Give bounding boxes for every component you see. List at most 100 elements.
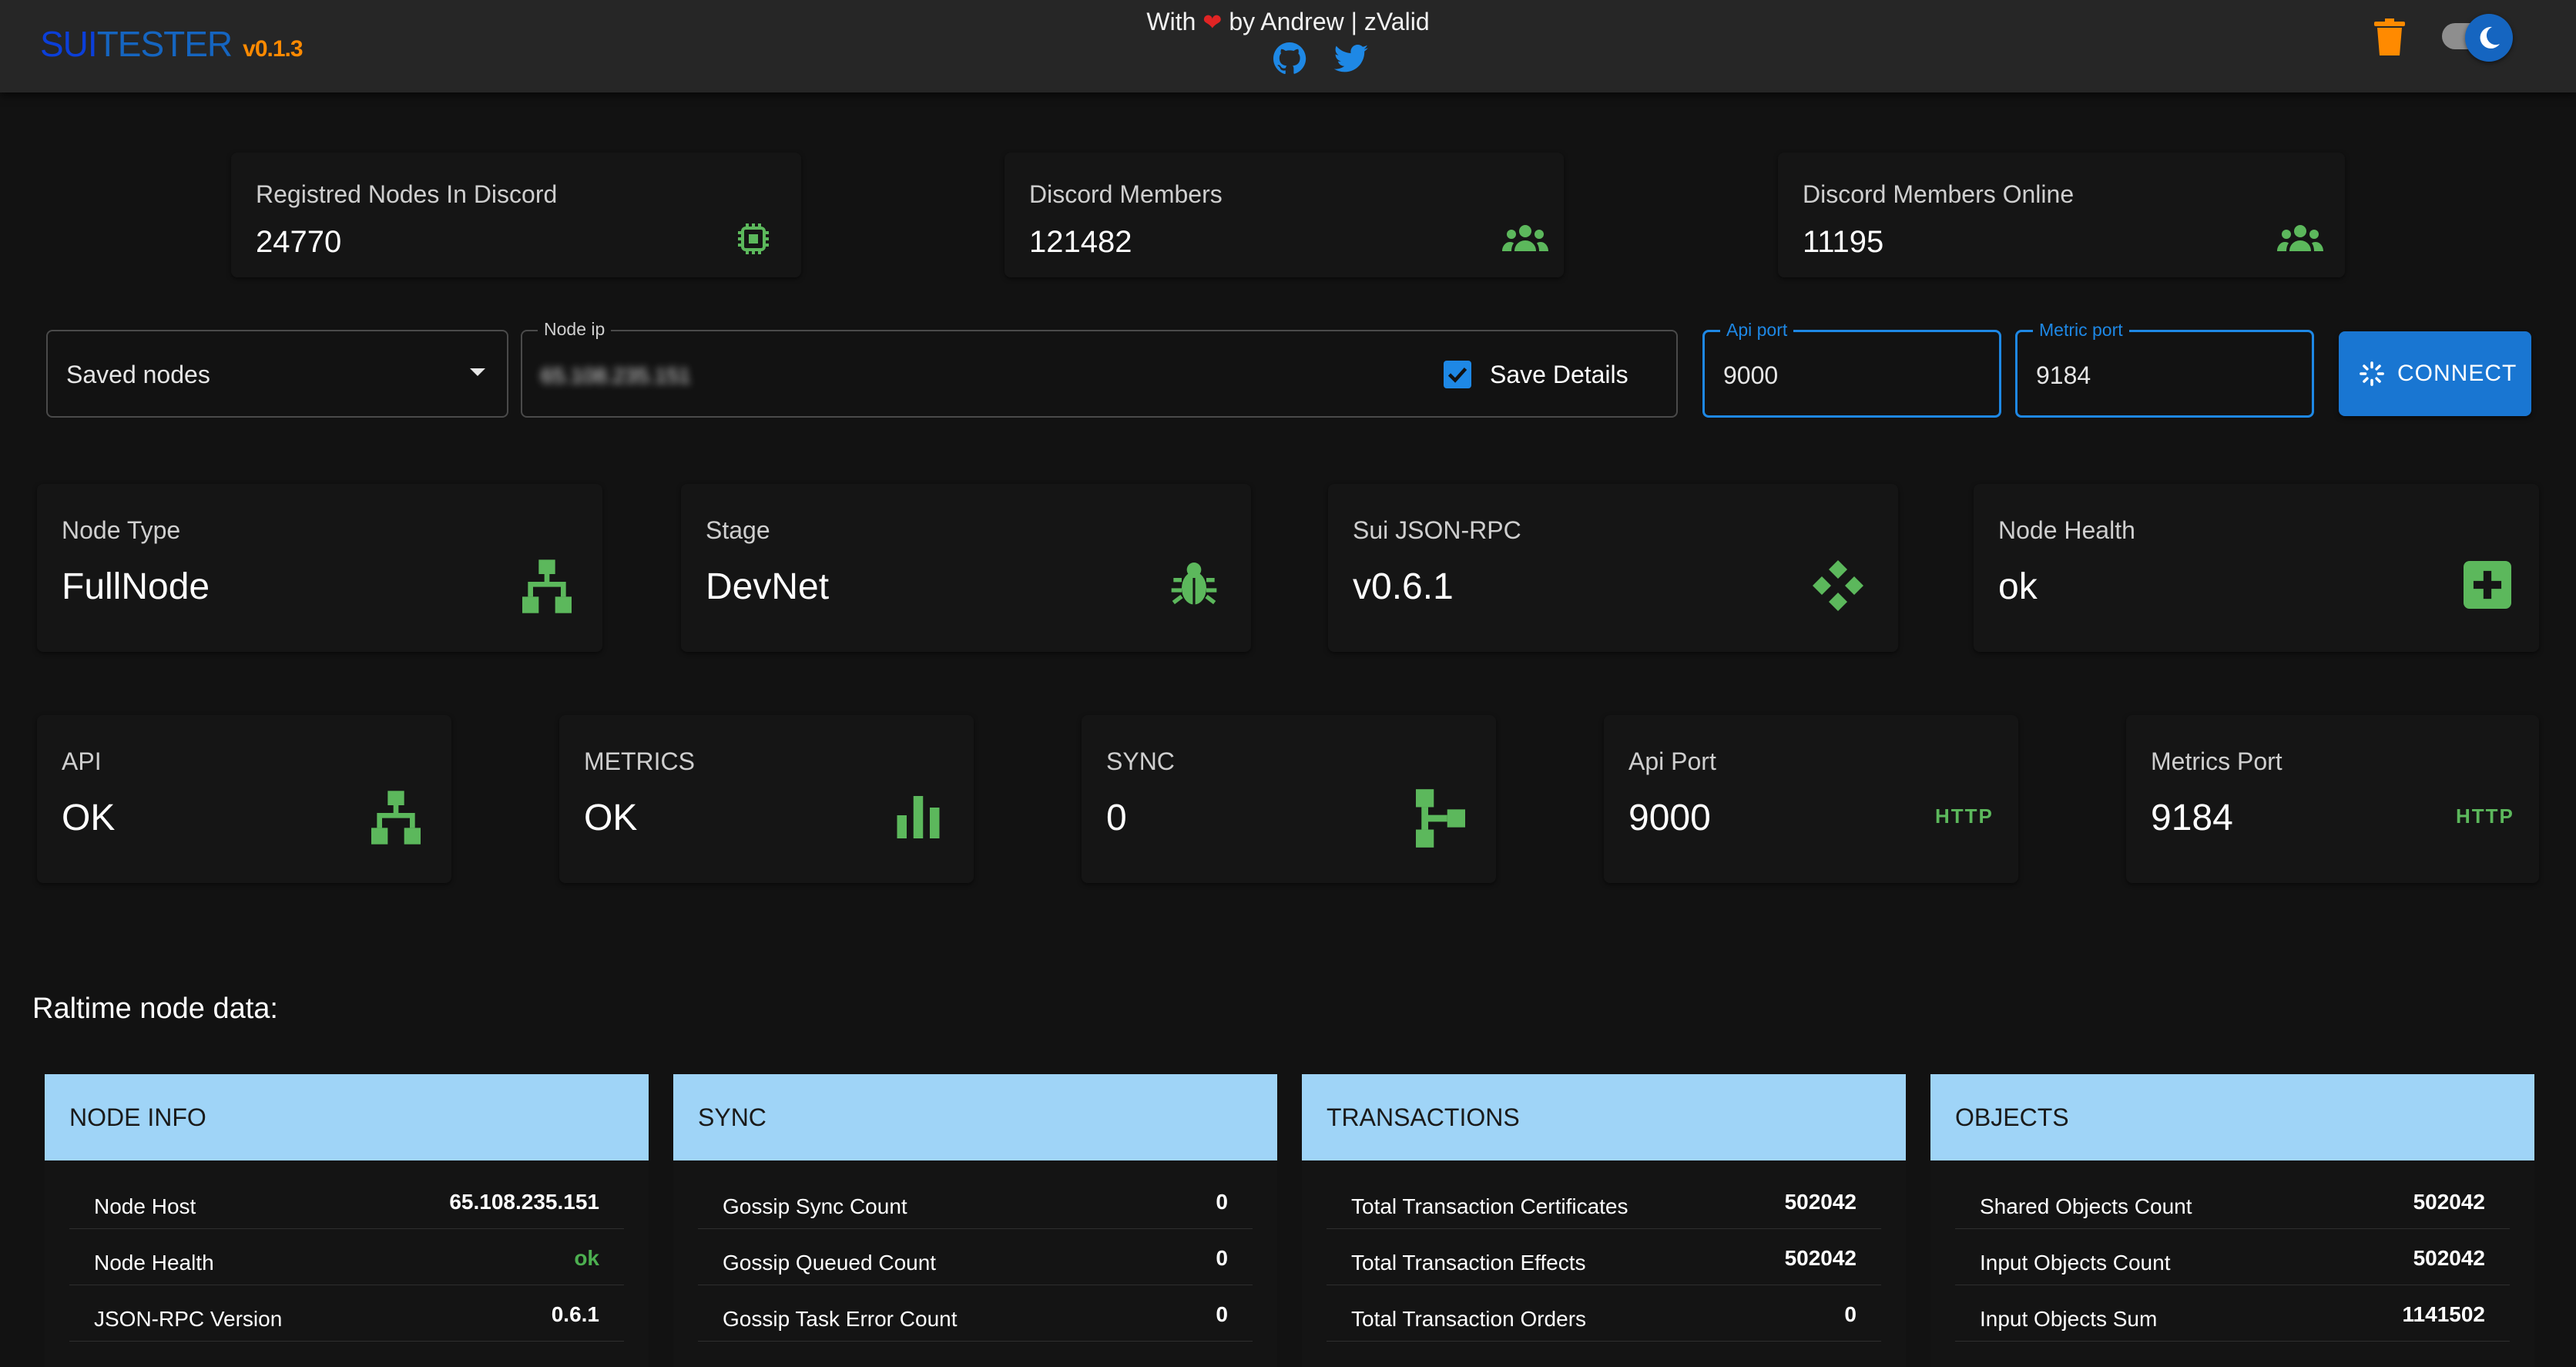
row-key: JSON-RPC Version	[94, 1307, 283, 1331]
card-label: Node Type	[62, 516, 181, 544]
plus-square-icon	[2464, 561, 2511, 609]
http-icon: HTTP	[2456, 804, 2514, 828]
row-key: Input Objects Count	[1980, 1251, 2171, 1275]
sitemap-icon	[522, 559, 572, 613]
table-row: Total Transaction Effects 502042	[1327, 1229, 1881, 1285]
api-port-card: Api Port 9000 HTTP	[1604, 715, 2018, 883]
row-key: Input Objects Sum	[1980, 1307, 2158, 1331]
node-ip-value[interactable]: 65.108.235.151	[541, 364, 691, 388]
github-icon[interactable]	[1271, 40, 1308, 77]
card-value: ok	[1998, 566, 2038, 607]
row-value: 65.108.235.151	[449, 1190, 599, 1214]
panel-header: SYNC	[673, 1074, 1277, 1160]
objects-panel: OBJECTS Shared Objects Count 502042 Input…	[1930, 1074, 2534, 1367]
card-value: DevNet	[706, 566, 830, 607]
heart-icon: ❤	[1202, 10, 1223, 35]
metrics-status-card: METRICS OK	[559, 715, 974, 883]
card-value: 0	[1106, 798, 1127, 838]
panel-header: OBJECTS	[1930, 1074, 2534, 1160]
card-label: Node Health	[1998, 516, 2135, 544]
transactions-panel: TRANSACTIONS Total Transaction Certifica…	[1302, 1074, 1906, 1367]
api-port-label: Api port	[1720, 320, 1794, 341]
metric-port-field[interactable]: Metric port 9184	[2015, 320, 2314, 418]
diamond-arrows-icon	[1810, 558, 1863, 611]
card-value: 9000	[1628, 798, 1711, 838]
row-key: Gossip Sync Count	[723, 1194, 907, 1218]
row-key: Gossip Queued Count	[723, 1251, 937, 1275]
saved-nodes-value: Saved nodes	[66, 361, 210, 388]
card-value: OK	[62, 798, 116, 838]
row-value: 502042	[1784, 1190, 1857, 1214]
sync-tree-icon	[1416, 789, 1465, 848]
stage-card: Stage DevNet	[681, 484, 1251, 652]
row-value: 0	[1844, 1302, 1857, 1326]
card-label: Sui JSON-RPC	[1353, 516, 1521, 544]
row-value: 0	[1216, 1190, 1228, 1214]
card-value: 9184	[2151, 798, 2233, 838]
panel-header: NODE INFO	[45, 1074, 649, 1160]
saved-nodes-select[interactable]: Saved nodes	[46, 330, 508, 418]
health-ok-value: ok	[574, 1246, 599, 1270]
node-health-card: Node Health ok	[1974, 484, 2539, 652]
table-row: Shared Objects Count 502042	[1955, 1173, 2510, 1229]
table-row: Gossip Queued Count 0	[698, 1229, 1253, 1285]
loading-icon	[2359, 361, 2385, 387]
api-port-field[interactable]: Api port 9000	[1702, 320, 2001, 418]
social-links	[1271, 40, 1370, 77]
row-key: Node Health	[94, 1251, 214, 1275]
sync-status-card: SYNC 0	[1082, 715, 1496, 883]
node-ip-label: Node ip	[538, 319, 612, 340]
app-version: v0.1.3	[243, 36, 303, 62]
users-icon	[2277, 223, 2323, 267]
table-row: Total Transaction Certificates 502042	[1327, 1173, 1881, 1229]
card-label: Api Port	[1628, 747, 1716, 775]
stat-value: 11195	[1803, 225, 1884, 259]
table-row: Node Health ok	[69, 1229, 624, 1285]
api-port-value[interactable]: 9000	[1723, 361, 1778, 390]
sitemap-icon	[371, 791, 421, 845]
card-value: OK	[584, 798, 638, 838]
card-value: v0.6.1	[1353, 566, 1454, 607]
table-row: Total Transaction Orders 0	[1327, 1285, 1881, 1342]
stat-label: Discord Members Online	[1803, 180, 2075, 208]
metric-port-value[interactable]: 9184	[2036, 361, 2091, 390]
card-label: Stage	[706, 516, 770, 544]
credit-prefix: With	[1146, 8, 1196, 35]
node-info-panel: NODE INFO Node Host 65.108.235.151 Node H…	[45, 1074, 649, 1367]
stat-card-registered-nodes: Registred Nodes In Discord 24770	[231, 153, 801, 277]
table-row: Node Host 65.108.235.151	[69, 1173, 624, 1229]
save-details-checkbox[interactable]	[1444, 361, 1471, 388]
panel-header: TRANSACTIONS	[1302, 1074, 1906, 1160]
card-label: API	[62, 747, 102, 775]
moon-icon[interactable]	[2465, 14, 2513, 62]
twitter-icon[interactable]	[1333, 40, 1370, 77]
row-value: 502042	[2413, 1246, 2485, 1270]
row-key: Node Host	[94, 1194, 196, 1218]
stat-card-discord-online: Discord Members Online 11195	[1778, 153, 2345, 277]
sync-panel: SYNC Gossip Sync Count 0 Gossip Queued Co…	[673, 1074, 1277, 1367]
chip-icon	[735, 220, 778, 264]
trash-icon[interactable]	[2374, 18, 2405, 55]
row-value: 502042	[2413, 1190, 2485, 1214]
json-rpc-card: Sui JSON-RPC v0.6.1	[1328, 484, 1898, 652]
http-icon: HTTP	[1935, 804, 1994, 828]
card-value: FullNode	[62, 566, 210, 607]
row-value: 1141502	[2402, 1302, 2485, 1326]
app-bar: SUITESTER v0.1.3 With ❤ by Andrew | zVali…	[0, 0, 2576, 92]
row-key: Shared Objects Count	[1980, 1194, 2192, 1218]
table-row: Input Objects Count 502042	[1955, 1229, 2510, 1285]
row-key: Total Transaction Orders	[1351, 1307, 1587, 1331]
row-key: Total Transaction Certificates	[1351, 1194, 1628, 1218]
card-label: METRICS	[584, 747, 695, 775]
row-value: 502042	[1784, 1246, 1857, 1270]
card-label: Metrics Port	[2151, 747, 2283, 775]
stat-value: 24770	[256, 225, 342, 259]
card-label: SYNC	[1106, 747, 1175, 775]
save-details-label[interactable]: Save Details	[1490, 361, 1628, 389]
connect-button[interactable]: CONNECT	[2339, 331, 2531, 416]
table-row: Gossip Task Error Count 0	[698, 1285, 1253, 1342]
table-row: JSON-RPC Version 0.6.1	[69, 1285, 624, 1342]
row-value: 0	[1216, 1246, 1228, 1270]
stat-label: Registred Nodes In Discord	[256, 180, 558, 208]
row-key: Total Transaction Effects	[1351, 1251, 1586, 1275]
